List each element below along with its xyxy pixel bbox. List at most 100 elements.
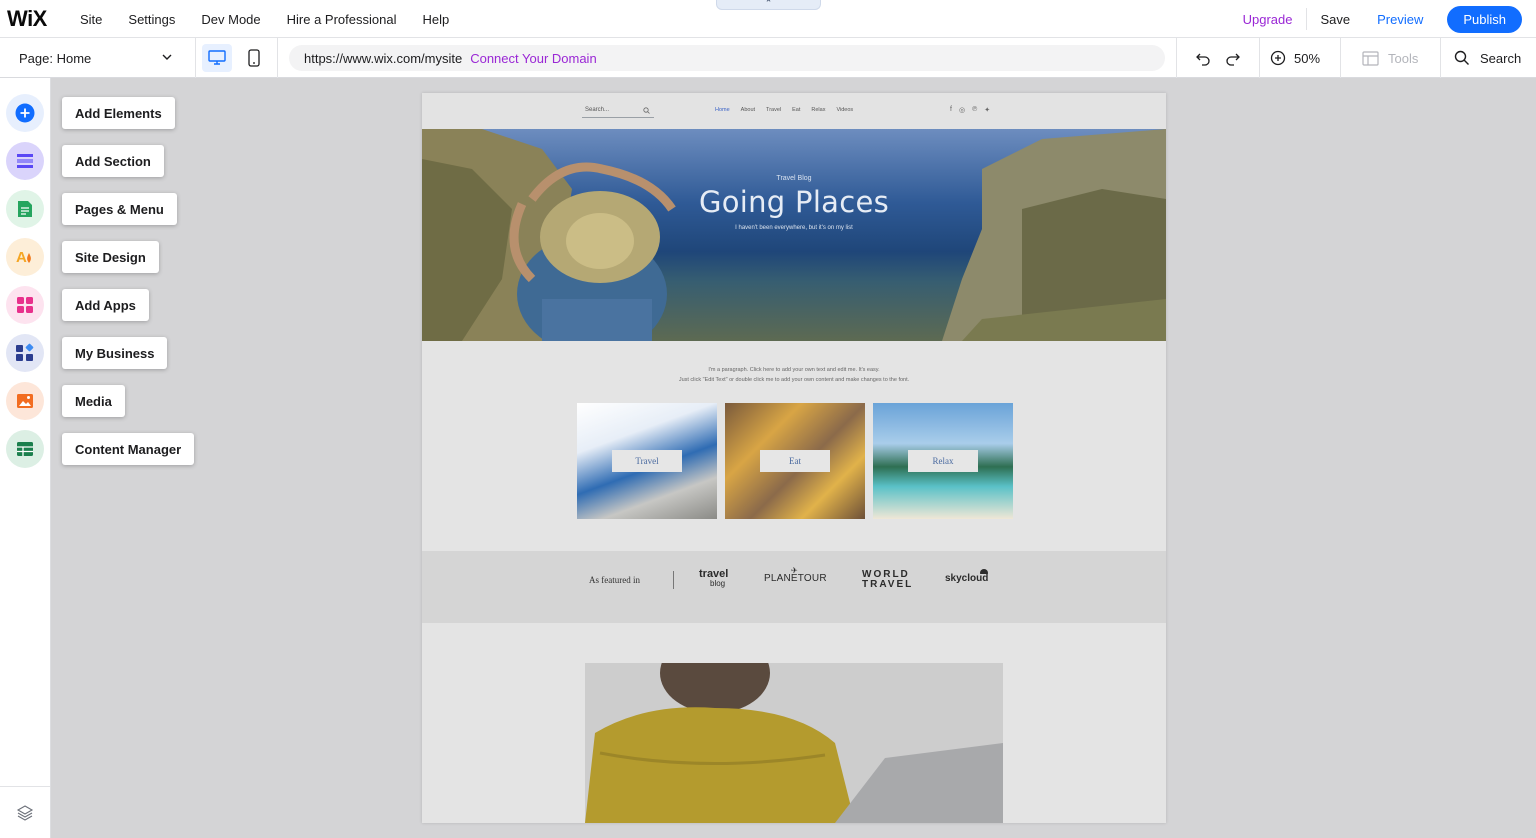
airplane-icon: ✈ bbox=[791, 566, 798, 575]
content-manager-rail-button[interactable] bbox=[6, 430, 44, 468]
preview-button[interactable]: Preview bbox=[1364, 12, 1447, 27]
add-section-button[interactable]: Add Section bbox=[62, 145, 164, 177]
right-tools: 50% Tools Search bbox=[1176, 38, 1536, 78]
search-button[interactable]: Search bbox=[1440, 38, 1536, 78]
chevron-down-icon bbox=[161, 51, 173, 63]
twitter-icon[interactable]: ✦ bbox=[984, 106, 990, 114]
add-apps-button[interactable]: Add Apps bbox=[62, 289, 149, 321]
category-tile-relax[interactable]: Relax bbox=[873, 403, 1013, 519]
my-business-button[interactable]: My Business bbox=[62, 337, 167, 369]
page-selector[interactable]: Page: Home bbox=[0, 38, 196, 78]
device-switcher bbox=[196, 38, 278, 78]
redo-icon[interactable] bbox=[1225, 50, 1241, 66]
mobile-view-button[interactable] bbox=[242, 44, 266, 72]
brand-skycloud-text: skycloud bbox=[945, 573, 988, 584]
site-nav-eat[interactable]: Eat bbox=[792, 107, 800, 113]
brand-world-travel-logo: WORLD TRAVEL bbox=[862, 570, 913, 590]
site-url-bar: https://www.wix.com/mysite Connect Your … bbox=[289, 45, 1165, 71]
svg-text:A: A bbox=[16, 249, 27, 266]
menu-settings[interactable]: Settings bbox=[115, 12, 188, 27]
brand-planetour-logo: ✈ PLANETOUR bbox=[764, 573, 827, 584]
brand-blog-text: blog bbox=[699, 579, 728, 589]
hero-subtitle[interactable]: I haven't been everywhere, but it's on m… bbox=[422, 225, 1166, 231]
zoom-control[interactable]: 50% bbox=[1259, 38, 1340, 78]
brand-travel-text: TRAVEL bbox=[862, 580, 913, 590]
table-icon bbox=[16, 441, 34, 457]
site-design-rail-button[interactable]: A bbox=[6, 238, 44, 276]
pages-menu-button[interactable]: Pages & Menu bbox=[62, 193, 177, 225]
main-menu: Site Settings Dev Mode Hire a Profession… bbox=[67, 0, 462, 38]
connect-domain-link[interactable]: Connect Your Domain bbox=[470, 51, 596, 66]
pinterest-icon[interactable]: ℗ bbox=[972, 106, 977, 114]
top-bar: WiX Site Settings Dev Mode Hire a Profes… bbox=[0, 0, 1536, 38]
site-nav-videos[interactable]: Videos bbox=[836, 107, 853, 113]
content-manager-button[interactable]: Content Manager bbox=[62, 433, 194, 465]
add-elements-rail-button[interactable] bbox=[6, 94, 44, 132]
pages-menu-rail-button[interactable] bbox=[6, 190, 44, 228]
site-search-placeholder: Search... bbox=[585, 107, 609, 113]
category-tile-label: Relax bbox=[908, 450, 978, 472]
editor-toolbar: Page: Home https://www.wix.com/mysite Co… bbox=[0, 38, 1536, 78]
hero-title[interactable]: Going Places bbox=[422, 185, 1166, 219]
upgrade-link[interactable]: Upgrade bbox=[1243, 12, 1307, 27]
brand-travel-blog-logo: travel blog bbox=[699, 569, 728, 589]
featured-in-strip[interactable]: As featured in travel blog ✈ PLANETOUR W… bbox=[422, 551, 1166, 623]
section-icon bbox=[16, 153, 34, 169]
hero-section[interactable]: Travel Blog Going Places I haven't been … bbox=[422, 129, 1166, 341]
site-nav: Home About Travel Eat Relax Videos bbox=[715, 107, 853, 113]
site-design-button[interactable]: Site Design bbox=[62, 241, 159, 273]
category-tile-eat[interactable]: Eat bbox=[725, 403, 865, 519]
brand-skycloud-logo: skycloud bbox=[945, 573, 988, 584]
zoom-level: 50% bbox=[1294, 51, 1320, 66]
publish-button[interactable]: Publish bbox=[1447, 6, 1522, 33]
menu-dev-mode[interactable]: Dev Mode bbox=[188, 12, 273, 27]
add-elements-button[interactable]: Add Elements bbox=[62, 97, 175, 129]
menu-hire-professional[interactable]: Hire a Professional bbox=[274, 12, 410, 27]
layers-button[interactable] bbox=[0, 786, 50, 838]
hero-kicker[interactable]: Travel Blog bbox=[422, 175, 1166, 182]
intro-paragraph[interactable]: I'm a paragraph. Click here to add your … bbox=[422, 365, 1166, 385]
site-url[interactable]: https://www.wix.com/mysite bbox=[304, 51, 462, 66]
undo-icon[interactable] bbox=[1195, 50, 1211, 66]
media-icon bbox=[16, 393, 34, 409]
design-icon: A bbox=[15, 248, 35, 266]
collapse-toolbar-tab[interactable]: ⌃ bbox=[716, 0, 821, 10]
search-icon bbox=[1454, 50, 1470, 66]
apps-grid-icon bbox=[16, 296, 34, 314]
site-search-input[interactable]: Search... bbox=[582, 103, 654, 118]
add-section-rail-button[interactable] bbox=[6, 142, 44, 180]
add-apps-rail-button[interactable] bbox=[6, 286, 44, 324]
save-button[interactable]: Save bbox=[1307, 12, 1364, 27]
desktop-view-button[interactable] bbox=[202, 44, 232, 72]
instagram-icon[interactable]: ◎ bbox=[959, 106, 965, 114]
page-icon bbox=[17, 200, 33, 218]
site-nav-about[interactable]: About bbox=[741, 107, 755, 113]
facebook-icon[interactable]: f bbox=[950, 106, 952, 114]
blog-feature-image[interactable] bbox=[585, 663, 1003, 823]
chevron-up-icon: ⌃ bbox=[765, 0, 773, 8]
top-actions: Upgrade Save Preview Publish bbox=[1243, 0, 1522, 38]
undo-redo-group bbox=[1176, 38, 1259, 78]
desktop-icon bbox=[208, 50, 226, 66]
site-nav-home[interactable]: Home bbox=[715, 107, 730, 113]
site-header[interactable]: Search... Home About Travel Eat Relax Vi… bbox=[422, 93, 1166, 129]
person-with-laptop-image bbox=[585, 663, 1003, 823]
site-nav-travel[interactable]: Travel bbox=[766, 107, 781, 113]
wix-logo[interactable]: WiX bbox=[7, 6, 47, 32]
site-nav-relax[interactable]: Relax bbox=[811, 107, 825, 113]
category-tile-label: Eat bbox=[760, 450, 830, 472]
site-canvas[interactable]: Search... Home About Travel Eat Relax Vi… bbox=[422, 93, 1166, 823]
my-business-rail-button[interactable] bbox=[6, 334, 44, 372]
tools-icon bbox=[1362, 51, 1379, 66]
category-tile-travel[interactable]: Travel bbox=[577, 403, 717, 519]
menu-site[interactable]: Site bbox=[67, 12, 115, 27]
layers-icon bbox=[16, 804, 34, 822]
media-button[interactable]: Media bbox=[62, 385, 125, 417]
media-rail-button[interactable] bbox=[6, 382, 44, 420]
search-icon bbox=[643, 107, 650, 114]
category-tiles: Travel Eat Relax bbox=[577, 403, 1013, 519]
mobile-icon bbox=[248, 49, 260, 67]
menu-help[interactable]: Help bbox=[409, 12, 462, 27]
tools-button[interactable]: Tools bbox=[1340, 38, 1440, 78]
divider bbox=[673, 571, 674, 589]
